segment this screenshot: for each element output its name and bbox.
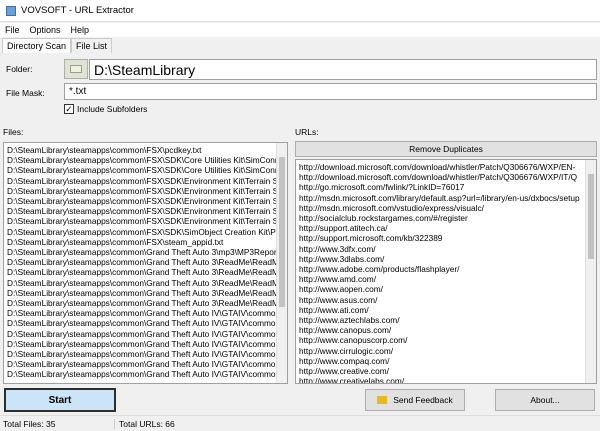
list-item[interactable]: D:\SteamLibrary\steamapps\common\FSX\pcd… (7, 145, 287, 155)
folder-icon (70, 65, 82, 73)
list-item[interactable]: http://www.asus.com/ (299, 295, 596, 305)
about-button[interactable]: About... (495, 389, 595, 411)
list-item[interactable]: http://www.adobe.com/products/flashplaye… (299, 264, 596, 274)
list-item[interactable]: http://www.3dfx.com/ (299, 244, 596, 254)
list-item[interactable]: http://socialclub.rockstargames.com/#/re… (299, 213, 596, 223)
list-item[interactable]: D:\SteamLibrary\steamapps\common\Grand T… (7, 257, 287, 267)
list-item[interactable]: D:\SteamLibrary\steamapps\common\Grand T… (7, 359, 287, 369)
list-item[interactable]: http://msdn.microsoft.com/vstudio/expres… (299, 203, 596, 213)
tab-directory-scan[interactable]: Directory Scan (2, 38, 72, 53)
list-item[interactable]: http://www.creative.com/ (299, 366, 596, 376)
list-item[interactable]: D:\SteamLibrary\steamapps\common\FSX\SDK… (7, 186, 287, 196)
list-item[interactable]: D:\SteamLibrary\steamapps\common\FSX\SDK… (7, 155, 287, 165)
total-urls: Total URLs: 66 (119, 418, 175, 429)
list-item[interactable]: D:\SteamLibrary\steamapps\common\Grand T… (7, 329, 287, 339)
list-item[interactable]: http://support.atitech.ca/ (299, 223, 596, 233)
list-item[interactable]: http://go.microsoft.com/fwlink/?LinkID=7… (299, 182, 596, 192)
menu-bar: File Options Help (0, 23, 600, 37)
list-item[interactable]: D:\SteamLibrary\steamapps\common\Grand T… (7, 369, 287, 379)
list-item[interactable]: http://www.canopuscorp.com/ (299, 335, 596, 345)
list-item[interactable]: D:\SteamLibrary\steamapps\common\FSX\SDK… (7, 227, 287, 237)
menu-file[interactable]: File (5, 25, 20, 35)
files-label: Files: (3, 127, 24, 137)
file-mask-label: File Mask: (6, 88, 45, 98)
list-item[interactable]: http://support.microsoft.com/kb/322389 (299, 233, 596, 243)
list-item[interactable]: D:\SteamLibrary\steamapps\common\Grand T… (7, 298, 287, 308)
list-item[interactable]: D:\SteamLibrary\steamapps\common\Grand T… (7, 247, 287, 257)
include-subfolders-label: Include Subfolders (77, 104, 148, 114)
list-item[interactable]: http://www.3dlabs.com/ (299, 254, 596, 264)
list-item[interactable]: D:\SteamLibrary\steamapps\common\Grand T… (7, 267, 287, 277)
include-subfolders-checkbox[interactable]: ✓ Include Subfolders (64, 104, 147, 114)
folder-input[interactable]: D:\SteamLibrary (89, 59, 597, 80)
window-title: VOVSOFT - URL Extractor (21, 5, 134, 16)
title-bar: VOVSOFT - URL Extractor (0, 0, 600, 22)
total-files: Total Files: 35 (0, 418, 115, 429)
list-item[interactable]: http://www.amd.com/ (299, 274, 596, 284)
list-item[interactable]: D:\SteamLibrary\steamapps\common\FSX\SDK… (7, 165, 287, 175)
app-icon (6, 5, 16, 16)
send-feedback-label: Send Feedback (393, 395, 453, 405)
menu-help[interactable]: Help (71, 25, 90, 35)
list-item[interactable]: D:\SteamLibrary\steamapps\common\FSX\SDK… (7, 216, 287, 226)
list-item[interactable]: D:\SteamLibrary\steamapps\common\Grand T… (7, 349, 287, 359)
feedback-icon (377, 396, 388, 404)
folder-label: Folder: (6, 64, 33, 74)
list-item[interactable]: D:\SteamLibrary\steamapps\common\Grand T… (7, 278, 287, 288)
list-item[interactable]: http://www.aztechlabs.com/ (299, 315, 596, 325)
list-item[interactable]: D:\SteamLibrary\steamapps\common\FSX\SDK… (7, 196, 287, 206)
list-item[interactable]: http://www.ati.com/ (299, 305, 596, 315)
list-item[interactable]: D:\SteamLibrary\steamapps\common\Grand T… (7, 308, 287, 318)
urls-label: URLs: (295, 127, 319, 137)
files-list[interactable]: D:\SteamLibrary\steamapps\common\FSX\pcd… (3, 142, 288, 384)
list-item[interactable]: http://www.compaq.com/ (299, 356, 596, 366)
list-item[interactable]: http://www.creativelabs.com/ (299, 376, 596, 383)
checkbox-icon: ✓ (64, 104, 74, 114)
tab-file-list[interactable]: File List (71, 38, 113, 53)
tab-bar: Directory Scan File List (2, 38, 113, 53)
list-item[interactable]: http://msdn.microsoft.com/library/defaul… (299, 193, 596, 203)
list-item[interactable]: D:\SteamLibrary\steamapps\common\FSX\SDK… (7, 176, 287, 186)
start-button[interactable]: Start (4, 388, 116, 412)
send-feedback-button[interactable]: Send Feedback (365, 389, 465, 411)
list-item[interactable]: D:\SteamLibrary\steamapps\common\Grand T… (7, 339, 287, 349)
browse-folder-button[interactable] (64, 59, 88, 79)
list-item[interactable]: D:\SteamLibrary\steamapps\common\Grand T… (7, 288, 287, 298)
urls-scrollbar[interactable] (585, 160, 596, 383)
remove-duplicates-button[interactable]: Remove Duplicates (295, 141, 597, 157)
list-item[interactable]: http://www.cirrulogic.com/ (299, 346, 596, 356)
file-mask-input[interactable]: *.txt (64, 83, 597, 100)
list-item[interactable]: D:\SteamLibrary\steamapps\common\FSX\SDK… (7, 206, 287, 216)
urls-list[interactable]: http://download.microsoft.com/download/w… (295, 159, 597, 384)
list-item[interactable]: http://www.aopen.com/ (299, 284, 596, 294)
files-scrollbar[interactable] (276, 143, 287, 383)
list-item[interactable]: D:\SteamLibrary\steamapps\common\Grand T… (7, 318, 287, 328)
menu-options[interactable]: Options (30, 25, 61, 35)
list-item[interactable]: http://download.microsoft.com/download/w… (299, 162, 596, 172)
list-item[interactable]: http://download.microsoft.com/download/w… (299, 172, 596, 182)
status-bar: Total Files: 35 Total URLs: 66 (0, 415, 600, 431)
list-item[interactable]: D:\SteamLibrary\steamapps\common\FSX\ste… (7, 237, 287, 247)
list-item[interactable]: http://www.canopus.com/ (299, 325, 596, 335)
